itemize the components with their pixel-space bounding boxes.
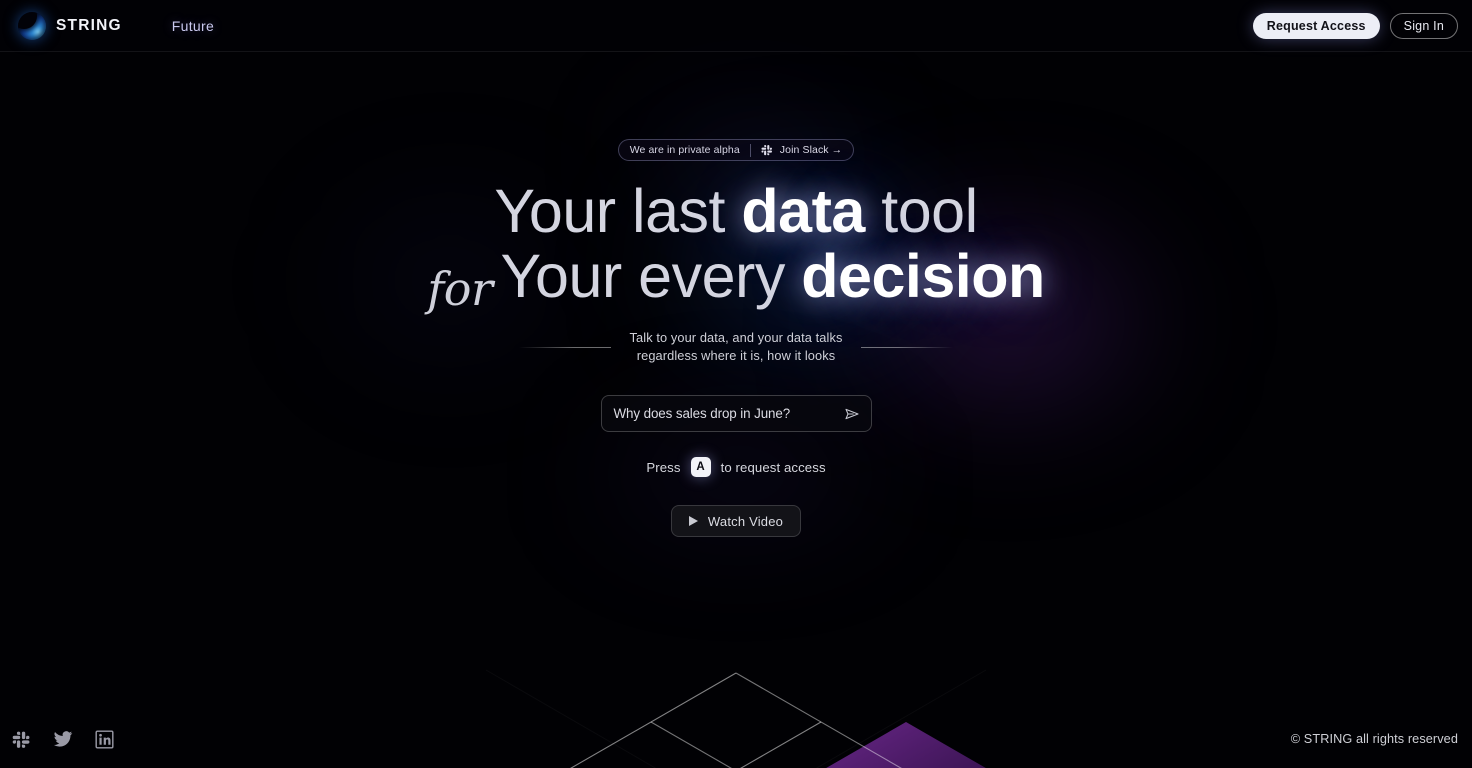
alpha-status-text: We are in private alpha	[629, 144, 740, 156]
query-input[interactable]: Why does sales drop in June?	[614, 406, 844, 421]
twitter-icon[interactable]	[53, 729, 73, 749]
slack-icon[interactable]	[12, 730, 31, 749]
press-hint-suffix: to request access	[720, 459, 826, 475]
social-links	[12, 729, 114, 749]
hero-headline: Your last data tool for Your every decisi…	[427, 181, 1045, 313]
play-icon	[688, 516, 698, 526]
brand-logo[interactable]: STRING	[18, 11, 122, 40]
headline-l1-part2: tool	[864, 177, 978, 245]
subtitle-rule-left	[519, 347, 611, 348]
headline-l1-part1: Your last	[494, 177, 742, 245]
nav-item-future[interactable]: Future	[172, 18, 214, 34]
site-header: STRING Future Request Access Sign In	[0, 0, 1472, 52]
subtitle-line-1: Talk to your data, and your data talks	[629, 330, 843, 345]
hero-subtitle-row: Talk to your data, and your data talks r…	[0, 329, 1472, 365]
keycap-a[interactable]: A	[690, 457, 711, 477]
site-footer: © STRING all rights reserved	[0, 710, 1472, 768]
headline-line-2: for Your every decision	[427, 246, 1045, 313]
join-slack-label: Join Slack →	[779, 144, 843, 156]
request-access-button[interactable]: Request Access	[1252, 12, 1380, 39]
press-hint-prefix: Press	[646, 459, 681, 475]
brand-name: STRING	[56, 16, 122, 34]
header-actions: Request Access Sign In	[1252, 12, 1458, 39]
query-input-wrapper[interactable]: Why does sales drop in June?	[600, 395, 872, 432]
main-nav: Future	[172, 18, 214, 34]
press-key-hint: Press A to request access	[646, 457, 826, 477]
headline-script-for: for	[427, 262, 493, 316]
badge-divider	[749, 143, 751, 157]
subtitle-line-2: regardless where it is, how it looks	[636, 348, 836, 363]
hero-section: We are in private alpha Join Slack → You…	[0, 52, 1472, 537]
join-slack-link[interactable]: Join Slack →	[761, 144, 842, 156]
sign-in-button[interactable]: Sign In	[1389, 12, 1458, 39]
headline-l2-part1: Your every	[500, 242, 802, 310]
copyright-text: © STRING all rights reserved	[1290, 732, 1458, 746]
linkedin-icon[interactable]	[95, 729, 114, 749]
send-icon[interactable]	[844, 406, 860, 422]
subtitle-rule-right	[861, 347, 953, 348]
alpha-status-badge: We are in private alpha Join Slack →	[617, 139, 855, 161]
watch-video-label: Watch Video	[707, 513, 784, 529]
hero-subtitle: Talk to your data, and your data talks r…	[611, 329, 861, 365]
watch-video-button[interactable]: Watch Video	[670, 505, 802, 537]
headline-line-1: Your last data tool	[427, 181, 1045, 242]
string-orb-logo-icon	[18, 11, 46, 40]
headline-l2-accent: decision	[801, 242, 1045, 310]
slack-icon	[761, 145, 772, 156]
headline-l1-accent: data	[741, 177, 865, 245]
landing-page: STRING Future Request Access Sign In We …	[0, 0, 1472, 768]
